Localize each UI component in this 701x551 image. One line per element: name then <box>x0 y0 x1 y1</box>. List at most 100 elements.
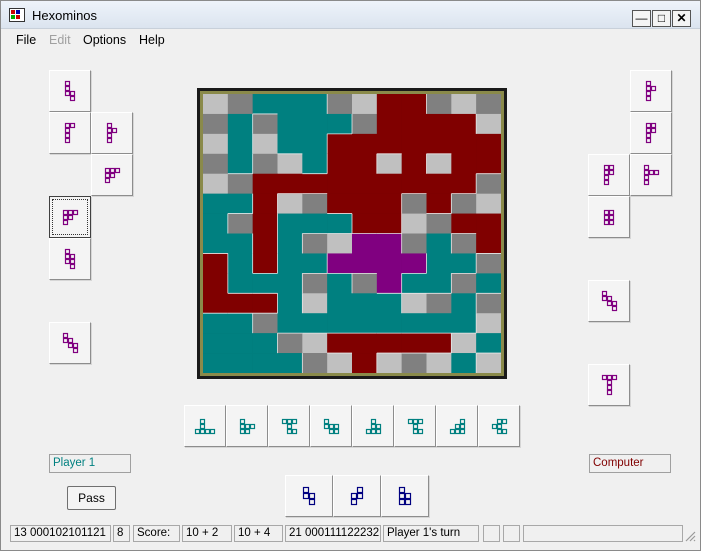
player1-piece-button[interactable] <box>49 322 91 364</box>
board-empty-cell[interactable] <box>376 153 402 175</box>
board-occupied-cell[interactable] <box>376 213 402 234</box>
board-occupied-cell[interactable] <box>227 113 253 135</box>
board-occupied-cell[interactable] <box>401 113 427 135</box>
board-occupied-cell[interactable] <box>401 133 427 155</box>
board-empty-cell[interactable] <box>426 94 452 115</box>
board-empty-cell[interactable] <box>302 193 328 214</box>
board-occupied-cell[interactable] <box>426 313 452 334</box>
orientation-button[interactable] <box>394 405 436 447</box>
board-occupied-cell[interactable] <box>352 173 378 194</box>
board-empty-cell[interactable] <box>426 353 452 374</box>
board-occupied-cell[interactable] <box>451 173 477 194</box>
board-empty-cell[interactable] <box>252 313 278 334</box>
board-occupied-cell[interactable] <box>352 153 378 175</box>
board-empty-cell[interactable] <box>401 193 427 214</box>
board-empty-cell[interactable] <box>302 333 328 354</box>
menu-help[interactable]: Help <box>139 33 165 47</box>
board-occupied-cell[interactable] <box>277 113 303 135</box>
computer-piece-button[interactable] <box>588 280 630 322</box>
board-empty-cell[interactable] <box>426 213 452 234</box>
board-occupied-cell[interactable] <box>227 293 253 314</box>
board-occupied-cell[interactable] <box>277 253 303 274</box>
orientation-button[interactable] <box>226 405 268 447</box>
board-occupied-cell[interactable] <box>376 193 402 214</box>
orientation-button[interactable] <box>184 405 226 447</box>
board-occupied-cell[interactable] <box>203 333 229 354</box>
board-empty-cell[interactable] <box>327 233 353 254</box>
board-empty-cell[interactable] <box>302 353 328 374</box>
board-occupied-cell[interactable] <box>376 233 402 254</box>
board-occupied-cell[interactable] <box>277 313 303 334</box>
board-occupied-cell[interactable] <box>376 113 402 135</box>
board-occupied-cell[interactable] <box>302 213 328 234</box>
board-occupied-cell[interactable] <box>327 113 353 135</box>
board-empty-cell[interactable] <box>451 193 477 214</box>
board-occupied-cell[interactable] <box>451 313 477 334</box>
board-occupied-cell[interactable] <box>227 133 253 155</box>
board-occupied-cell[interactable] <box>352 293 378 314</box>
board-occupied-cell[interactable] <box>352 253 378 274</box>
board-empty-cell[interactable] <box>203 153 229 175</box>
board-occupied-cell[interactable] <box>376 333 402 354</box>
board-occupied-cell[interactable] <box>376 94 402 115</box>
board-occupied-cell[interactable] <box>401 173 427 194</box>
board-occupied-cell[interactable] <box>352 233 378 254</box>
board-occupied-cell[interactable] <box>476 273 502 294</box>
board-occupied-cell[interactable] <box>252 333 278 354</box>
pass-button[interactable]: Pass <box>67 486 116 510</box>
minimize-button[interactable]: — <box>632 10 651 27</box>
board-occupied-cell[interactable] <box>277 213 303 234</box>
board-occupied-cell[interactable] <box>451 213 477 234</box>
board-occupied-cell[interactable] <box>227 253 253 274</box>
board-empty-cell[interactable] <box>401 213 427 234</box>
board-occupied-cell[interactable] <box>451 133 477 155</box>
board-occupied-cell[interactable] <box>352 213 378 234</box>
board-empty-cell[interactable] <box>376 353 402 374</box>
board-empty-cell[interactable] <box>451 94 477 115</box>
board-empty-cell[interactable] <box>476 253 502 274</box>
board-occupied-cell[interactable] <box>203 213 229 234</box>
board-occupied-cell[interactable] <box>252 173 278 194</box>
menu-options[interactable]: Options <box>83 33 126 47</box>
board-empty-cell[interactable] <box>401 293 427 314</box>
board-empty-cell[interactable] <box>426 293 452 314</box>
board-empty-cell[interactable] <box>476 353 502 374</box>
board-occupied-cell[interactable] <box>227 353 253 374</box>
board-empty-cell[interactable] <box>352 113 378 135</box>
board-occupied-cell[interactable] <box>327 253 353 274</box>
board-occupied-cell[interactable] <box>352 193 378 214</box>
board-occupied-cell[interactable] <box>252 94 278 115</box>
board-occupied-cell[interactable] <box>302 253 328 274</box>
board-occupied-cell[interactable] <box>227 333 253 354</box>
board-occupied-cell[interactable] <box>327 293 353 314</box>
board-occupied-cell[interactable] <box>426 253 452 274</box>
board-empty-cell[interactable] <box>203 173 229 194</box>
board-occupied-cell[interactable] <box>277 293 303 314</box>
board-occupied-cell[interactable] <box>376 273 402 294</box>
board-empty-cell[interactable] <box>327 94 353 115</box>
board-occupied-cell[interactable] <box>277 173 303 194</box>
board-occupied-cell[interactable] <box>476 233 502 254</box>
board-empty-cell[interactable] <box>277 333 303 354</box>
computer-piece-button[interactable] <box>630 112 672 154</box>
computer-piece-button[interactable] <box>588 154 630 196</box>
board-occupied-cell[interactable] <box>451 113 477 135</box>
board-occupied-cell[interactable] <box>302 313 328 334</box>
resize-grip-icon[interactable] <box>684 530 696 542</box>
computer-piece-button[interactable] <box>588 196 630 238</box>
computer-piece-button[interactable] <box>630 154 672 196</box>
board-empty-cell[interactable] <box>277 153 303 175</box>
board-occupied-cell[interactable] <box>451 293 477 314</box>
player1-piece-button[interactable] <box>91 112 133 154</box>
board-occupied-cell[interactable] <box>203 293 229 314</box>
board-occupied-cell[interactable] <box>203 253 229 274</box>
board-empty-cell[interactable] <box>227 94 253 115</box>
board-occupied-cell[interactable] <box>327 213 353 234</box>
player1-piece-button[interactable] <box>49 196 91 238</box>
board-occupied-cell[interactable] <box>401 94 427 115</box>
board-empty-cell[interactable] <box>302 233 328 254</box>
board-occupied-cell[interactable] <box>401 153 427 175</box>
board-occupied-cell[interactable] <box>252 353 278 374</box>
board-occupied-cell[interactable] <box>376 293 402 314</box>
player1-piece-button[interactable] <box>91 154 133 196</box>
